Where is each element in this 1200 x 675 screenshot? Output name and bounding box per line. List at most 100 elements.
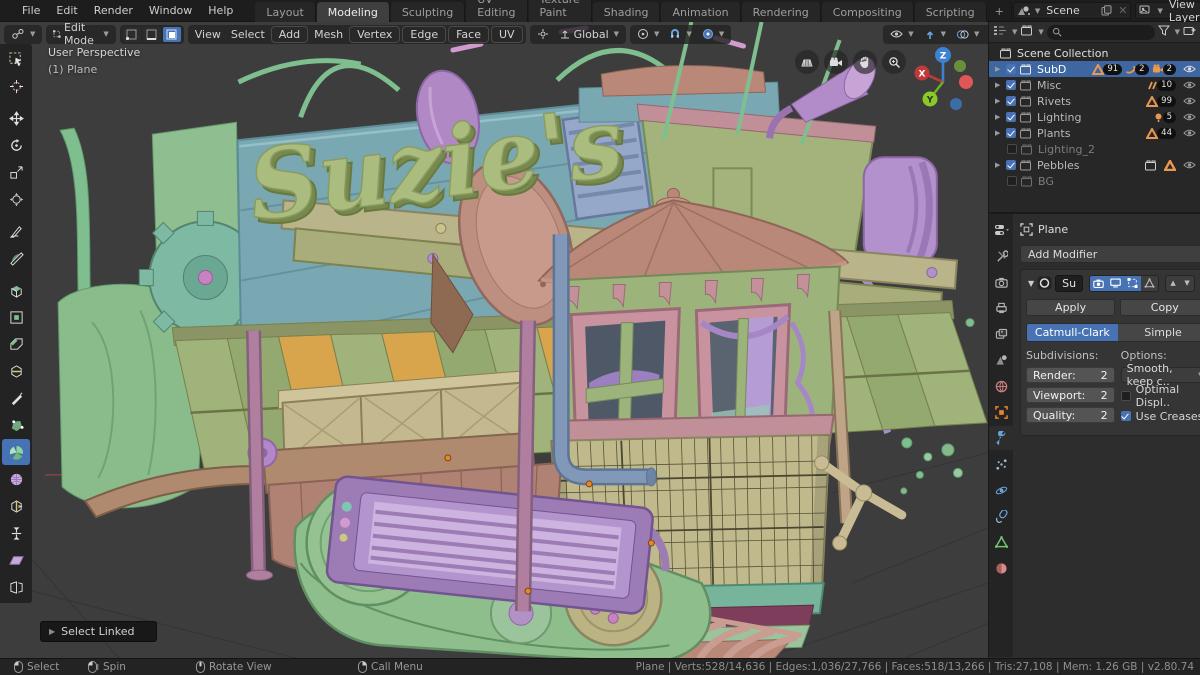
view-layer-selector[interactable]: ▼ View Layer ✕ bbox=[1135, 0, 1200, 24]
zoom-view-button[interactable] bbox=[882, 50, 906, 74]
axis-gizmo[interactable]: Z X Y bbox=[912, 44, 974, 116]
outliner-filter-collection-button[interactable] bbox=[1020, 25, 1033, 39]
apply-button[interactable]: Apply bbox=[1026, 299, 1116, 316]
tab-constraints[interactable] bbox=[989, 504, 1013, 528]
editor-type-button[interactable]: ▼ bbox=[6, 26, 40, 42]
collection-checkbox[interactable] bbox=[1006, 80, 1016, 90]
tab-output[interactable] bbox=[989, 296, 1013, 320]
select-mode-face[interactable] bbox=[162, 26, 181, 42]
tab-scene[interactable] bbox=[989, 348, 1013, 372]
model-canvas[interactable]: Suzie's Suzie's bbox=[0, 22, 988, 658]
tool-rip-region[interactable] bbox=[2, 574, 30, 600]
scene-name[interactable]: Scene bbox=[1040, 4, 1098, 17]
overlays-dropdown[interactable]: ▼ bbox=[951, 27, 984, 42]
outliner-collection-chevron-icon[interactable]: ▼ bbox=[1038, 28, 1043, 36]
proportional-edit-button[interactable]: ▼ bbox=[697, 26, 729, 42]
move-up-button[interactable]: ▲ bbox=[1166, 275, 1181, 291]
menu-view[interactable]: View bbox=[190, 26, 226, 43]
menu-render[interactable]: Render bbox=[86, 1, 141, 20]
outliner-display-chevron-icon[interactable]: ▼ bbox=[1012, 28, 1017, 36]
tab-particles[interactable] bbox=[989, 452, 1013, 476]
tool-bevel[interactable] bbox=[2, 331, 30, 357]
tab-uv-editing[interactable]: UV Editing bbox=[466, 0, 528, 22]
tab-tool[interactable] bbox=[989, 244, 1013, 268]
tool-inset-faces[interactable] bbox=[2, 304, 30, 330]
quality-field[interactable]: Quality: 2 bbox=[1026, 407, 1115, 423]
expand-icon[interactable]: ▶ bbox=[995, 65, 1003, 73]
catmull-clark-option[interactable]: Catmull-Clark bbox=[1027, 324, 1118, 341]
select-mode-edge[interactable] bbox=[142, 26, 161, 42]
expand-icon[interactable]: ▶ bbox=[995, 113, 1003, 121]
outliner-row-lighting[interactable]: ▶ Lighting 5 bbox=[989, 109, 1200, 125]
tool-spin[interactable] bbox=[2, 439, 30, 465]
expand-icon[interactable]: ▶ bbox=[995, 161, 1003, 169]
use-creases-checkbox[interactable] bbox=[1120, 411, 1131, 421]
hide-viewport-icon[interactable] bbox=[1183, 96, 1196, 106]
expand-icon[interactable]: ▶ bbox=[995, 97, 1003, 105]
camera-view-button[interactable] bbox=[824, 50, 848, 74]
tab-scripting[interactable]: Scripting bbox=[914, 1, 987, 22]
outliner-row-lighting-2[interactable]: Lighting_2 bbox=[989, 141, 1200, 157]
tool-move[interactable] bbox=[2, 105, 30, 131]
outliner-row-rivets[interactable]: ▶ Rivets 99 bbox=[989, 93, 1200, 109]
collection-checkbox[interactable] bbox=[1006, 112, 1016, 122]
render-subdivisions-field[interactable]: Render: 2 bbox=[1026, 367, 1115, 383]
tab-world[interactable] bbox=[989, 374, 1013, 398]
tab-material[interactable] bbox=[989, 556, 1013, 580]
tab-compositing[interactable]: Compositing bbox=[821, 1, 914, 22]
outliner-row-subd[interactable]: ▶ SubD 91 2 2 bbox=[989, 61, 1200, 77]
display-realtime-toggle[interactable] bbox=[1107, 275, 1125, 291]
collection-checkbox[interactable] bbox=[1006, 128, 1016, 138]
add-workspace-button[interactable]: + bbox=[988, 0, 1012, 22]
outliner-row-pebbles[interactable]: ▶ Pebbles bbox=[989, 157, 1200, 173]
menu-edge[interactable]: Edge bbox=[402, 25, 447, 43]
tool-loop-cut[interactable] bbox=[2, 358, 30, 384]
tab-physics[interactable] bbox=[989, 478, 1013, 502]
delete-scene-icon[interactable]: ✕ bbox=[1115, 4, 1130, 17]
hide-viewport-icon[interactable] bbox=[1183, 160, 1196, 170]
tab-view-layer[interactable] bbox=[989, 322, 1013, 346]
tab-animation[interactable]: Animation bbox=[661, 1, 741, 22]
outliner-row-bg[interactable]: BG bbox=[989, 173, 1200, 189]
viewport-subdivisions-field[interactable]: Viewport: 2 bbox=[1026, 387, 1115, 403]
move-down-button[interactable]: ▼ bbox=[1180, 275, 1195, 291]
collection-checkbox[interactable] bbox=[1007, 144, 1017, 154]
display-editmode-toggle[interactable] bbox=[1124, 275, 1142, 291]
tab-shading[interactable]: Shading bbox=[592, 1, 661, 22]
tool-shrink-fatten[interactable] bbox=[2, 520, 30, 546]
outliner-row-scene-collection[interactable]: Scene Collection bbox=[989, 45, 1200, 61]
optimal-display-checkbox[interactable] bbox=[1120, 391, 1131, 401]
modifier-name-field[interactable]: Su bbox=[1055, 274, 1084, 292]
scene-selector[interactable]: ▼ Scene ✕ bbox=[1012, 2, 1132, 19]
menu-edit[interactable]: Edit bbox=[48, 1, 85, 20]
menu-uv[interactable]: UV bbox=[490, 25, 523, 43]
tool-measure[interactable] bbox=[2, 245, 30, 271]
tab-modifiers[interactable] bbox=[989, 426, 1013, 450]
menu-mesh[interactable]: Mesh bbox=[309, 26, 348, 43]
tool-smooth[interactable] bbox=[2, 466, 30, 492]
mode-dropdown[interactable]: Edit Mode ▼ bbox=[48, 22, 113, 49]
menu-face[interactable]: Face bbox=[448, 25, 489, 43]
expand-icon[interactable]: ▶ bbox=[995, 129, 1003, 137]
tool-annotate[interactable] bbox=[2, 218, 30, 244]
menu-window[interactable]: Window bbox=[141, 1, 200, 20]
tab-sculpting[interactable]: Sculpting bbox=[390, 1, 466, 22]
tab-texture-paint[interactable]: Texture Paint bbox=[528, 0, 592, 22]
hide-viewport-icon[interactable] bbox=[1183, 128, 1196, 138]
gizmos-dropdown[interactable]: ▼ bbox=[919, 26, 951, 42]
scene-icon[interactable] bbox=[1014, 5, 1033, 16]
outliner-filter-chevron-icon[interactable]: ▼ bbox=[1175, 28, 1180, 36]
properties-editor-type-button[interactable] bbox=[989, 218, 1013, 242]
tool-select-box[interactable] bbox=[2, 46, 30, 72]
simple-option[interactable]: Simple bbox=[1117, 324, 1200, 341]
outliner-row-plants[interactable]: ▶ Plants 44 bbox=[989, 125, 1200, 141]
collection-checkbox[interactable] bbox=[1006, 96, 1016, 106]
tool-transform[interactable] bbox=[2, 186, 30, 212]
tab-object-data[interactable] bbox=[989, 530, 1013, 554]
outliner-filter-button[interactable] bbox=[1157, 25, 1170, 39]
tab-object[interactable] bbox=[989, 400, 1013, 424]
add-modifier-button[interactable]: Add Modifier ▼ bbox=[1020, 245, 1200, 263]
tool-shear[interactable] bbox=[2, 547, 30, 573]
viewport-3d[interactable]: Suzie's Suzie's ▼ Edit Mode ▼ View Selec… bbox=[0, 22, 988, 658]
hide-viewport-icon[interactable] bbox=[1183, 112, 1196, 122]
